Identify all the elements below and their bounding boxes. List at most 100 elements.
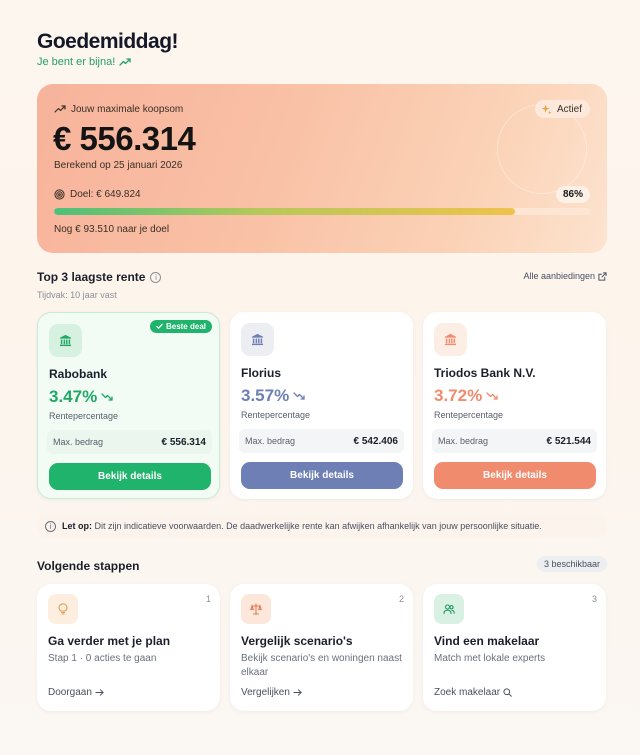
- bank-card-florius: Florius 3.57% Rentepercentage Max. bedra…: [230, 312, 413, 499]
- all-offers-link[interactable]: Alle aanbiedingen: [523, 271, 607, 281]
- step-number: 2: [398, 594, 404, 604]
- remaining-to-goal: Nog € 93.510 naar je doel: [54, 224, 170, 235]
- status-badge: Actief: [534, 100, 590, 118]
- step-title: Ga verder met je plan: [48, 634, 171, 648]
- bank-card-rabobank: Beste deal Rabobank 3.47% Rentepercentag…: [37, 312, 220, 499]
- best-deal-badge: Beste deal: [149, 320, 212, 333]
- bank-name: Rabobank: [49, 367, 108, 381]
- max-amount-row: Max. bedrag € 521.544: [432, 429, 597, 453]
- next-step-card-2[interactable]: 2 Vergelijk scenario's Bekijk scenario's…: [230, 584, 413, 711]
- step-icon-tile: [48, 594, 78, 624]
- users-icon: [443, 604, 455, 615]
- step-title: Vergelijk scenario's: [241, 634, 353, 648]
- arrow-right-icon: [95, 689, 104, 696]
- step-description: Match met lokale experts: [434, 653, 546, 664]
- rates-title-text: Top 3 laagste rente: [37, 270, 146, 284]
- disclaimer-text: Let op: Dit zijn indicatieve voorwaarden…: [62, 521, 542, 531]
- bank-icon-tile: [241, 323, 274, 356]
- bank-icon: [59, 334, 72, 347]
- interest-rate: 3.57%: [241, 386, 305, 406]
- arrow-right-icon: [293, 689, 302, 696]
- max-amount-label: Max. bedrag: [438, 436, 489, 446]
- max-purchase-card: Jouw maximale koopsom Actief € 556.314 B…: [37, 84, 607, 253]
- steps-section-title: Volgende stappen: [37, 559, 140, 573]
- rate-period: Tijdvak: 10 jaar vast: [37, 290, 117, 300]
- external-link-icon: [598, 271, 607, 281]
- rate-label: Rentepercentage: [241, 410, 311, 420]
- step-description: Stap 1 · 0 acties te gaan: [48, 653, 157, 664]
- max-amount-value: € 542.406: [353, 435, 399, 447]
- lightbulb-icon: [58, 603, 68, 615]
- interest-rate: 3.72%: [434, 386, 498, 406]
- target-icon: [54, 189, 65, 200]
- step-action-link[interactable]: Doorgaan: [48, 687, 104, 698]
- trending-down-icon: [293, 392, 305, 400]
- bank-name: Florius: [241, 366, 282, 380]
- view-details-button[interactable]: Bekijk details: [434, 462, 596, 489]
- max-amount-value: € 556.314: [161, 436, 207, 448]
- bank-icon: [444, 333, 457, 346]
- step-icon-tile: [241, 594, 271, 624]
- hero-label: Jouw maximale koopsom: [54, 103, 183, 115]
- next-step-card-3[interactable]: 3 Vind een makelaar Match met lokale exp…: [423, 584, 606, 711]
- step-action-text: Zoek makelaar: [434, 687, 501, 698]
- step-icon-tile: [434, 594, 464, 624]
- scale-icon: [250, 603, 262, 615]
- bank-card-triodos-bank-n-v: Triodos Bank N.V. 3.72% Rentepercentage …: [423, 312, 606, 499]
- view-details-button[interactable]: Bekijk details: [241, 462, 403, 489]
- trending-up-icon: [119, 58, 131, 66]
- max-amount-value: € 521.544: [546, 435, 592, 447]
- view-details-button[interactable]: Bekijk details: [49, 463, 211, 490]
- info-icon[interactable]: i: [150, 271, 162, 283]
- search-icon: [503, 688, 512, 697]
- sparkle-icon: [541, 103, 552, 115]
- best-deal-text: Beste deal: [165, 322, 206, 331]
- calculated-date: Berekend op 25 januari 2026: [54, 160, 183, 171]
- max-amount-row: Max. bedrag € 542.406: [239, 429, 404, 453]
- trending-down-icon: [101, 393, 113, 401]
- interest-rate: 3.47%: [49, 387, 113, 407]
- next-step-card-1[interactable]: 1 Ga verder met je plan Stap 1 · 0 actie…: [37, 584, 220, 711]
- subtitle-text: Je bent er bijna!: [37, 56, 116, 68]
- disclaimer-prefix: Let op:: [62, 521, 92, 531]
- step-action-link[interactable]: Vergelijken: [241, 687, 302, 698]
- disclaimer-note: i Let op: Dit zijn indicatieve voorwaard…: [37, 515, 607, 537]
- goal-progress-bar: [54, 208, 590, 215]
- step-number: 3: [591, 594, 597, 604]
- available-count-badge: 3 beschikbaar: [536, 556, 607, 572]
- bank-icon: [251, 333, 264, 346]
- step-action-text: Doorgaan: [48, 687, 92, 698]
- page-subtitle: Je bent er bijna!: [37, 56, 131, 68]
- rate-label: Rentepercentage: [434, 410, 504, 420]
- disclaimer-body: Dit zijn indicatieve voorwaarden. De daa…: [94, 521, 542, 531]
- max-amount-row: Max. bedrag € 556.314: [47, 430, 212, 454]
- step-action-text: Vergelijken: [241, 687, 290, 698]
- step-title: Vind een makelaar: [434, 634, 540, 648]
- interest-rate-value: 3.57%: [241, 386, 290, 405]
- step-number: 1: [205, 594, 211, 604]
- rates-section-title: Top 3 laagste rente i: [37, 270, 162, 284]
- step-action-link[interactable]: Zoek makelaar: [434, 687, 512, 698]
- info-icon: i: [45, 520, 56, 532]
- trending-down-icon: [486, 392, 498, 400]
- trending-up-icon: [54, 105, 66, 113]
- goal-row: Doel: € 649.824: [54, 189, 141, 200]
- max-amount-label: Max. bedrag: [245, 436, 296, 446]
- progress-percent: 86%: [555, 186, 590, 203]
- max-amount-label: Max. bedrag: [53, 437, 104, 447]
- hero-label-text: Jouw maximale koopsom: [71, 103, 184, 115]
- interest-rate-value: 3.47%: [49, 387, 98, 406]
- page-title: Goedemiddag!: [37, 30, 179, 53]
- interest-rate-value: 3.72%: [434, 386, 483, 405]
- status-badge-text: Actief: [556, 103, 582, 115]
- bank-icon-tile: [49, 324, 82, 357]
- step-description: Bekijk scenario's en woningen naast elka…: [241, 653, 402, 678]
- bank-name: Triodos Bank N.V.: [434, 366, 536, 380]
- bank-icon-tile: [434, 323, 467, 356]
- check-icon: [156, 323, 163, 330]
- all-offers-link-text: Alle aanbiedingen: [523, 271, 595, 281]
- goal-text: Doel: € 649.824: [70, 189, 141, 200]
- rate-label: Rentepercentage: [49, 411, 119, 421]
- max-purchase-amount: € 556.314: [53, 120, 196, 157]
- goal-progress-fill: [54, 208, 515, 215]
